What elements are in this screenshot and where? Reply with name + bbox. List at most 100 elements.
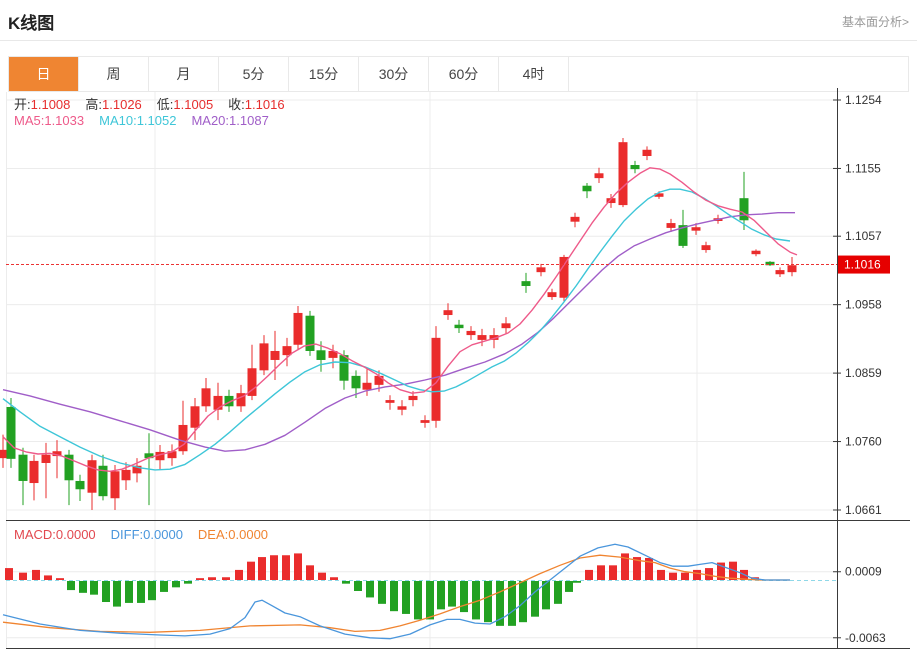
y-axis-label: 1.0859 (845, 366, 882, 380)
macd-bar (554, 581, 562, 604)
macd-bar (208, 577, 216, 580)
candle (283, 346, 292, 355)
candle (421, 420, 430, 423)
candle (294, 313, 303, 345)
macd-bar (113, 581, 121, 607)
candle (619, 142, 628, 205)
macd-bar (56, 578, 64, 580)
macd-bar (306, 565, 314, 580)
macd-bar (282, 555, 290, 580)
ma-item-0: MA5:1.1033 (14, 113, 84, 128)
macd-bar (137, 581, 145, 603)
ohlc-legend: 开:1.1008高:1.1026低:1.1005收:1.1016 (14, 94, 300, 113)
macd-bar (125, 581, 133, 603)
candle (386, 400, 395, 403)
macd-bar (437, 581, 445, 609)
macd-item-2: DEA:0.0000 (198, 527, 268, 542)
ma-legend: MA5:1.1033MA10:1.1052MA20:1.1087 (14, 113, 284, 128)
ohlc-item-1: 高:1.1026 (85, 94, 141, 113)
ma20-line (3, 213, 795, 452)
candle (455, 325, 464, 328)
macd-bar (90, 581, 98, 595)
y-axis-label: 1.1254 (845, 93, 882, 107)
y-axis-label: 1.1155 (845, 161, 881, 175)
macd-bar (32, 570, 40, 580)
ohlc-item-2: 低:1.1005 (157, 94, 213, 113)
ma-item-2: MA20:1.1087 (191, 113, 268, 128)
macd-bar (693, 570, 701, 580)
macd-bar (294, 553, 302, 580)
candle (788, 265, 797, 272)
candle (317, 350, 326, 360)
candle (537, 267, 546, 272)
last-price-badge-label: 1.1016 (844, 258, 881, 272)
macd-bar (402, 581, 410, 614)
macd-bar (196, 578, 204, 580)
macd-bar (19, 573, 27, 580)
macd-bar (597, 565, 605, 580)
y-axis-label: -0.0063 (845, 631, 886, 645)
candle (467, 331, 476, 335)
y-axis-label: 1.0661 (845, 503, 882, 517)
macd-bar (681, 573, 689, 580)
candle (692, 227, 701, 230)
candle (631, 165, 640, 169)
candle (260, 343, 269, 370)
ma5-line (3, 168, 797, 472)
macd-bar (460, 581, 468, 612)
candle (111, 471, 120, 498)
candle (202, 388, 211, 406)
macd-bar (669, 573, 677, 580)
macd-bar (366, 581, 374, 597)
macd-bar (148, 581, 156, 600)
macd-bar (160, 581, 168, 592)
candle (30, 461, 39, 483)
candle (643, 150, 652, 156)
candle (375, 376, 384, 385)
candle (522, 281, 531, 286)
candle (595, 173, 604, 178)
macd-bar (531, 581, 539, 617)
kline-app: K线图 基本面分析> 日周月5分15分30分60分4时 开:1.1008高:1.… (0, 0, 917, 654)
macd-bar (5, 568, 13, 580)
macd-bar (222, 577, 230, 580)
candle (19, 455, 28, 481)
candle (352, 376, 361, 388)
macd-bar (354, 581, 362, 591)
candle (560, 257, 569, 298)
macd-bar (318, 573, 326, 580)
macd-bar (585, 570, 593, 580)
macd-legend: MACD:0.0000DIFF:0.0000DEA:0.0000 (14, 527, 283, 542)
macd-bar (247, 562, 255, 580)
candle (740, 198, 749, 220)
macd-bar (414, 581, 422, 619)
y-axis-label: 0.0009 (845, 565, 882, 579)
macd-bar (270, 555, 278, 580)
candle (88, 460, 97, 492)
macd-bar (519, 581, 527, 622)
candle (478, 335, 487, 340)
candle (702, 245, 711, 250)
y-axis-label: 1.0760 (845, 435, 882, 449)
macd-bar (67, 581, 75, 590)
macd-bar (172, 581, 180, 587)
candle (340, 355, 349, 381)
candle (502, 323, 511, 328)
candle (42, 455, 51, 463)
candle (571, 217, 580, 222)
candle (122, 470, 131, 480)
candle (398, 406, 407, 409)
macd-bar (448, 581, 456, 607)
macd-bar (705, 568, 713, 580)
candle (667, 223, 676, 228)
candle (444, 310, 453, 315)
macd-bar (235, 570, 243, 580)
macd-bar (426, 581, 434, 619)
macd-bar (258, 557, 266, 580)
macd-bar (342, 581, 350, 584)
macd-item-0: MACD:0.0000 (14, 527, 96, 542)
candle (363, 383, 372, 390)
candle (776, 270, 785, 274)
macd-bar (378, 581, 386, 604)
macd-bar (609, 565, 617, 580)
